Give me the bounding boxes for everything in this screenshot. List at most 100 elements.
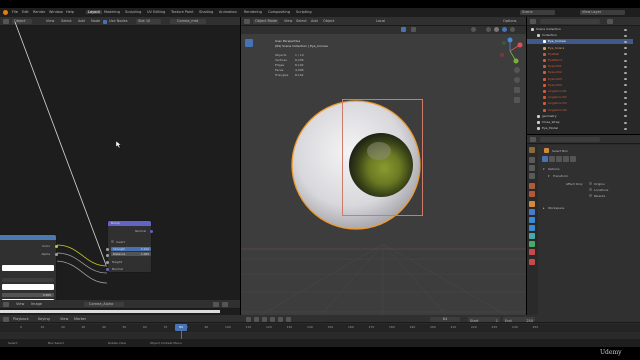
node-editor[interactable]: Object View Select Add Node Use Nodes Sl…: [0, 17, 240, 312]
viewport-3d[interactable]: Object Mode View Select Add Object Local…: [241, 17, 526, 315]
outliner-row[interactable]: Collection: [527, 33, 633, 38]
jump-start-icon[interactable]: [246, 316, 251, 322]
visibility-eye-icon[interactable]: [624, 28, 627, 31]
outliner-row[interactable]: EyeLid01: [527, 64, 633, 69]
outliner-row[interactable]: EyeLid02: [527, 70, 633, 75]
mode-invert-icon[interactable]: [563, 156, 569, 162]
proportional-edit-icon[interactable]: [411, 27, 416, 32]
locations-checkbox[interactable]: [589, 188, 592, 191]
chevron-down-icon[interactable]: ▾: [543, 167, 545, 171]
mode-subtract-icon[interactable]: [556, 156, 562, 162]
timeline[interactable]: Playback Keying View Marker 84 Start 1 En…: [0, 315, 640, 339]
annotate-tool-icon[interactable]: [245, 96, 253, 104]
distance-field[interactable]: Distance 1.000: [111, 252, 151, 256]
menu-help[interactable]: Help: [66, 10, 74, 14]
vp-menu-object[interactable]: Object: [323, 19, 334, 23]
menu-keying[interactable]: Keying: [38, 317, 50, 321]
mode-set-icon[interactable]: [542, 156, 548, 162]
timeline-ruler[interactable]: 0102030405060708090100110120130140150160…: [0, 324, 640, 332]
mode-dropdown[interactable]: Object Mode: [253, 19, 279, 24]
normal-output-socket[interactable]: [150, 229, 153, 233]
camera-view-icon[interactable]: [514, 87, 520, 93]
menu-marker[interactable]: Marker: [74, 317, 86, 321]
constraints-tab-icon[interactable]: [529, 233, 535, 239]
view-layer-selector[interactable]: View Layer: [580, 10, 625, 15]
data-tab-icon[interactable]: [529, 241, 535, 247]
material-tab-icon[interactable]: [529, 249, 535, 255]
outliner-row[interactable]: AngleCorr01: [527, 89, 633, 94]
outliner-row[interactable]: AngleCorr03: [527, 101, 633, 106]
output-tab-icon[interactable]: [529, 165, 535, 171]
rotate-tool-icon[interactable]: [245, 74, 253, 82]
tab-texture-paint[interactable]: Texture Paint: [171, 10, 194, 14]
parents-label[interactable]: Parents: [594, 194, 605, 198]
menu-window[interactable]: Window: [49, 10, 63, 14]
start-frame-field[interactable]: Start 1: [468, 316, 500, 323]
tab-scripting[interactable]: Scripting: [296, 10, 312, 14]
scale-tool-icon[interactable]: [245, 85, 253, 93]
outliner-row[interactable]: Eye_Model: [527, 126, 633, 131]
properties-panel[interactable]: Select Box ▾ Options ▾ Transform Affect …: [527, 135, 640, 315]
jump-end-icon[interactable]: [286, 316, 291, 322]
normal-input-socket[interactable]: [106, 267, 109, 271]
visibility-eye-icon[interactable]: [624, 78, 627, 81]
shading-solid-icon[interactable]: [494, 27, 499, 32]
image-node-header[interactable]: [0, 235, 56, 240]
bump-node[interactable]: Bump Normal Invert Strength 0.100 Distan…: [106, 220, 153, 273]
outliner-row[interactable]: EyeBlood: [527, 58, 633, 63]
perspective-toggle-icon[interactable]: [514, 97, 520, 103]
bottom-value-field[interactable]: 0.500: [2, 293, 54, 297]
outliner-row[interactable]: geometry: [527, 114, 633, 119]
outliner-row[interactable]: Scene Collection: [527, 27, 633, 32]
menu-render[interactable]: Render: [33, 10, 45, 14]
visibility-eye-icon[interactable]: [624, 47, 627, 50]
visibility-eye-icon[interactable]: [624, 115, 627, 118]
tab-compositing[interactable]: Compositing: [268, 10, 290, 14]
image-editor-type-icon[interactable]: [3, 302, 9, 307]
parents-checkbox[interactable]: [589, 194, 592, 197]
frame-cursor[interactable]: 84: [175, 324, 187, 331]
visibility-eye-icon[interactable]: [624, 109, 627, 112]
image-overlay-icon[interactable]: [222, 302, 228, 307]
vp-menu-add[interactable]: Add: [311, 19, 318, 23]
current-frame-field[interactable]: 84: [430, 316, 460, 322]
snap-icon[interactable]: [401, 27, 406, 32]
prev-key-icon[interactable]: [254, 316, 259, 322]
visibility-eye-icon[interactable]: [624, 96, 627, 99]
image-slot-field[interactable]: [2, 278, 54, 282]
distance-input-socket[interactable]: [106, 254, 109, 257]
tab-animation[interactable]: Animation: [219, 10, 237, 14]
options-dropdown[interactable]: Options: [503, 19, 517, 23]
image-menu-image[interactable]: Image: [31, 302, 42, 306]
visibility-eye-icon[interactable]: [624, 102, 627, 105]
particles-tab-icon[interactable]: [529, 217, 535, 223]
visibility-eye-icon[interactable]: [624, 65, 627, 68]
transform-section-label[interactable]: Transform: [553, 174, 568, 178]
outliner-row[interactable]: EyeLid03: [527, 77, 633, 82]
menu-file[interactable]: File: [12, 10, 18, 14]
shading-wire-icon[interactable]: [486, 27, 491, 32]
outliner-row[interactable]: EyeBall: [527, 52, 633, 57]
transform-orientation-dropdown[interactable]: Local: [376, 19, 385, 23]
outliner-search-input[interactable]: [540, 19, 600, 24]
outliner[interactable]: Scene Collection Collection Eye_Cornea Eye_…: [527, 17, 640, 134]
object-tab-icon[interactable]: [529, 201, 535, 207]
image-selector[interactable]: Cornea_Alpha: [84, 302, 124, 307]
select-box-tool-icon[interactable]: [245, 39, 253, 47]
color-output-socket[interactable]: [55, 244, 58, 248]
height-input-socket[interactable]: [106, 260, 109, 264]
outliner-row[interactable]: Close_Wrap: [527, 120, 633, 125]
origins-checkbox[interactable]: [589, 182, 592, 185]
visibility-eye-icon[interactable]: [624, 121, 627, 124]
visibility-eye-icon[interactable]: [624, 34, 627, 37]
chevron-down-icon[interactable]: ▾: [548, 174, 550, 178]
tab-modeling[interactable]: Modeling: [104, 10, 120, 14]
tab-rendering[interactable]: Rendering: [244, 10, 262, 14]
tab-layout[interactable]: Layout: [86, 10, 102, 14]
visibility-eye-icon[interactable]: [624, 90, 627, 93]
scene-selector[interactable]: Scene: [520, 10, 555, 15]
scene-tab-icon[interactable]: [529, 183, 535, 189]
zoom-icon[interactable]: [514, 67, 520, 73]
measure-tool-icon[interactable]: [245, 107, 253, 115]
filter-icon[interactable]: [607, 19, 613, 24]
